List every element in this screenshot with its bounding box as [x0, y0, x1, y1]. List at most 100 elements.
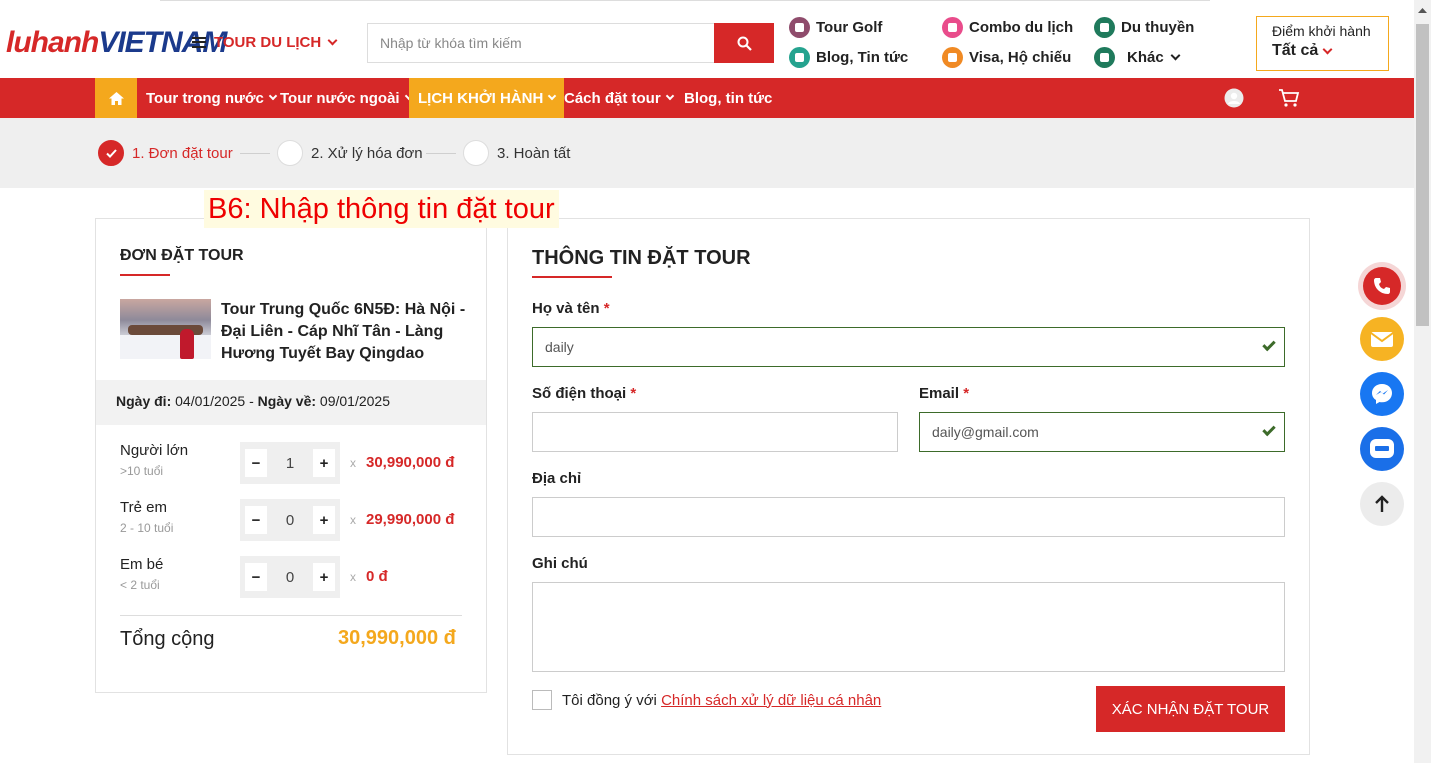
phone-label: Số điện thoại *: [532, 385, 637, 402]
name-label: Họ và tên *: [532, 300, 610, 317]
decrement-button[interactable]: −: [245, 449, 267, 477]
chevron-down-icon: [327, 35, 338, 45]
globe-icon: [1094, 47, 1115, 68]
increment-button[interactable]: +: [313, 563, 335, 591]
quantity-value: 1: [285, 454, 295, 472]
check-icon: [98, 140, 124, 166]
arrow-up-icon: [1375, 495, 1389, 512]
title-underline: [532, 276, 612, 278]
visa-icon: [942, 47, 963, 68]
mail-icon: [1370, 331, 1394, 347]
address-field[interactable]: [532, 497, 1285, 537]
tour-name[interactable]: Tour Trung Quốc 6N5Đ: Hà Nội - Đại Liên …: [221, 299, 466, 365]
step-invoice: 2. Xử lý hóa đơn: [277, 140, 423, 166]
main-nav: Tour trong nước Tour nước ngoài LỊCH KHỞ…: [0, 78, 1414, 118]
home-icon: [108, 91, 124, 105]
instruction-annotation: B6: Nhập thông tin đặt tour: [204, 190, 559, 228]
phone-icon: [1374, 278, 1390, 294]
messenger-icon: [1372, 384, 1392, 404]
cart-button[interactable]: [1272, 78, 1306, 118]
note-field[interactable]: [532, 582, 1285, 672]
step-circle: [463, 140, 489, 166]
total-divider: [120, 615, 462, 616]
nav-departure-schedule[interactable]: LỊCH KHỞI HÀNH: [409, 78, 565, 118]
tour-menu-button[interactable]: TOUR DU LỊCH: [192, 30, 338, 54]
total-label: Tổng cộng: [120, 628, 215, 650]
search-input[interactable]: [367, 23, 714, 63]
nav-how-to-book[interactable]: Cách đặt tour: [555, 78, 682, 118]
nav-blog[interactable]: Blog, tin tức: [675, 78, 781, 118]
quick-link-blog[interactable]: Blog, Tin tức: [789, 47, 908, 68]
agree-checkbox[interactable]: [532, 690, 552, 710]
quick-link-combo[interactable]: Combo du lịch: [942, 17, 1073, 38]
name-field[interactable]: [532, 327, 1285, 367]
scroll-up-arrow-icon[interactable]: [1418, 6, 1427, 15]
zalo-button[interactable]: [1360, 427, 1404, 471]
quick-link-cruise[interactable]: Du thuyền: [1094, 17, 1194, 38]
site-logo[interactable]: luhanhVIETNAM: [6, 18, 227, 68]
top-divider: [160, 0, 1210, 1]
unit-price: 29,990,000 đ: [366, 511, 455, 528]
tour-dates: Ngày đi: 04/01/2025 - Ngày về: 09/01/202…: [96, 380, 486, 425]
passenger-row-adult: Người lớn >10 tuổi − 1 + x 30,990,000 đ: [120, 442, 464, 484]
quantity-value: 0: [285, 511, 295, 529]
quick-link-other[interactable]: Khác: [1094, 47, 1181, 68]
passenger-row-infant: Em bé < 2 tuổi − 0 + x 0 đ: [120, 556, 464, 598]
tour-thumbnail[interactable]: [120, 299, 211, 359]
chevron-down-icon: [665, 91, 674, 101]
tour-menu-label: TOUR DU LỊCH: [214, 33, 322, 51]
form-title: THÔNG TIN ĐẶT TOUR: [532, 247, 751, 269]
increment-button[interactable]: +: [313, 506, 335, 534]
quantity-value: 0: [285, 568, 295, 586]
blog-icon: [789, 47, 810, 68]
account-button[interactable]: [1224, 78, 1244, 118]
quantity-stepper: − 0 +: [240, 556, 340, 598]
step-connector: [240, 153, 270, 154]
nav-domestic-tours[interactable]: Tour trong nước: [137, 78, 285, 118]
call-button[interactable]: [1358, 262, 1406, 310]
email-field[interactable]: [919, 412, 1285, 452]
decrement-button[interactable]: −: [245, 506, 267, 534]
step-circle: [277, 140, 303, 166]
departure-selector[interactable]: Điểm khởi hành Tất cả: [1256, 16, 1389, 71]
email-button[interactable]: [1360, 317, 1404, 361]
privacy-policy-link[interactable]: Chính sách xử lý dữ liệu cá nhân: [661, 692, 881, 709]
booking-form-card: THÔNG TIN ĐẶT TOUR Họ và tên * Số điện t…: [507, 218, 1310, 755]
confirm-booking-button[interactable]: XÁC NHẬN ĐẶT TOUR: [1096, 686, 1285, 732]
step-order: 1. Đơn đặt tour: [98, 140, 233, 166]
quick-link-visa[interactable]: Visa, Hộ chiếu: [942, 47, 1071, 68]
scrollbar-thumb[interactable]: [1416, 24, 1429, 326]
increment-button[interactable]: +: [313, 449, 335, 477]
chevron-down-icon: [1170, 50, 1181, 61]
email-label: Email *: [919, 385, 970, 402]
order-title: ĐƠN ĐẶT TOUR: [120, 247, 244, 264]
search-bar: [367, 23, 774, 63]
nav-international-tours[interactable]: Tour nước ngoài: [271, 78, 421, 118]
order-summary-card: ĐƠN ĐẶT TOUR Tour Trung Quốc 6N5Đ: Hà Nộ…: [95, 218, 487, 693]
step-connector: [426, 153, 456, 154]
step-complete: 3. Hoàn tất: [463, 140, 570, 166]
zalo-icon: [1370, 439, 1394, 458]
scroll-top-button[interactable]: [1360, 482, 1404, 526]
phone-field[interactable]: [532, 412, 898, 452]
passenger-row-child: Trẻ em 2 - 10 tuổi − 0 + x 29,990,000 đ: [120, 499, 464, 541]
quantity-stepper: − 1 +: [240, 442, 340, 484]
unit-price: 0 đ: [366, 568, 388, 585]
note-label: Ghi chú: [532, 555, 588, 572]
quantity-stepper: − 0 +: [240, 499, 340, 541]
address-label: Địa chỉ: [532, 470, 582, 487]
privacy-agreement: Tôi đồng ý với Chính sách xử lý dữ liệu …: [532, 690, 881, 710]
ship-icon: [1094, 17, 1115, 38]
title-underline: [120, 274, 170, 276]
hamburger-icon: [192, 36, 206, 48]
unit-price: 30,990,000 đ: [366, 454, 455, 471]
messenger-button[interactable]: [1360, 372, 1404, 416]
search-icon: [737, 36, 752, 51]
decrement-button[interactable]: −: [245, 563, 267, 591]
quick-link-golf[interactable]: Tour Golf: [789, 17, 882, 38]
total-value: 30,990,000 đ: [338, 627, 456, 649]
home-button[interactable]: [95, 78, 137, 118]
search-button[interactable]: [714, 23, 774, 63]
departure-value: Tất cả: [1272, 42, 1319, 59]
combo-icon: [942, 17, 963, 38]
